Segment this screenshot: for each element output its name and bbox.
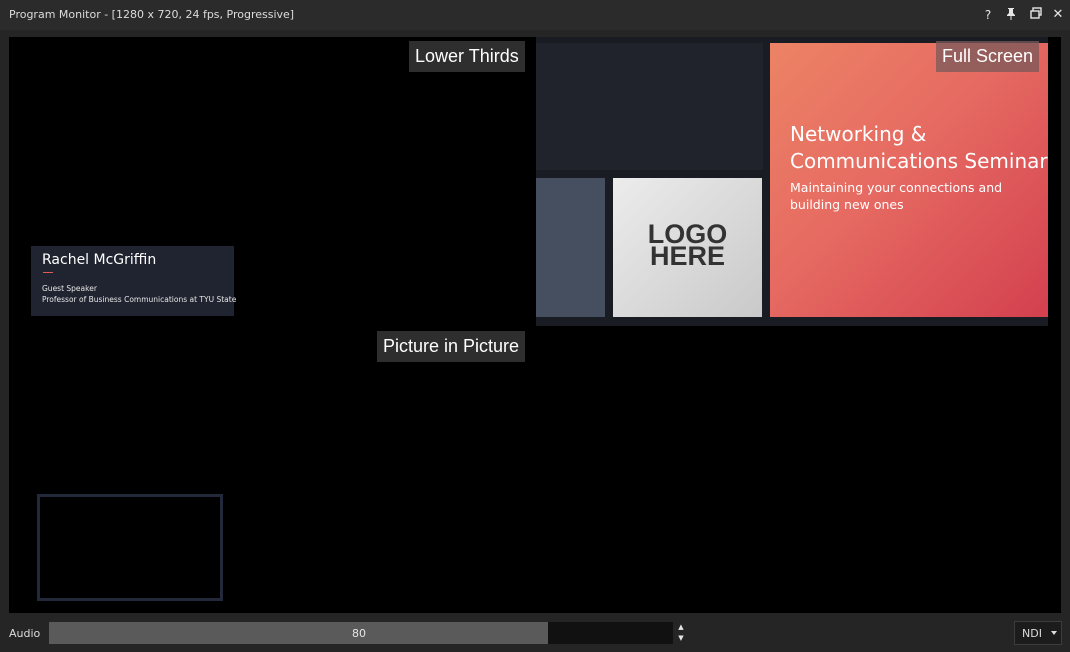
logo-placeholder: LOGO HERE (613, 178, 762, 317)
lower-third-accent-line (43, 272, 53, 273)
lower-thirds-label: Lower Thirds (409, 41, 525, 72)
composite-layout: LOGO HERE Networking & Communications Se… (536, 37, 1048, 326)
window-titlebar: Program Monitor - [1280 x 720, 24 fps, P… (0, 0, 1070, 30)
lower-third-name: Rachel McGriffin (42, 252, 157, 268)
program-monitor-viewport[interactable]: LOGO HERE Networking & Communications Se… (9, 37, 1061, 613)
window-title: Program Monitor - [1280 x 720, 24 fps, P… (9, 8, 295, 21)
logo-line-2: HERE (649, 241, 725, 271)
chevron-down-icon (1051, 631, 1057, 635)
audio-label: Audio (9, 627, 41, 640)
restore-icon[interactable] (1028, 7, 1044, 23)
output-select-value: NDI (1022, 627, 1042, 640)
full-screen-card: Networking & Communications Seminar Main… (770, 43, 1048, 317)
volume-up-icon[interactable]: ▲ (676, 622, 686, 632)
full-screen-subtitle: Maintaining your connections and buildin… (790, 180, 1003, 212)
picture-in-picture-frame (37, 494, 223, 601)
pin-icon[interactable] (1003, 7, 1019, 23)
output-select[interactable]: NDI (1014, 621, 1062, 645)
picture-in-picture-label: Picture in Picture (377, 331, 526, 362)
tile-bottom-left (536, 178, 605, 317)
close-icon[interactable]: ✕ (1050, 7, 1066, 23)
audio-volume-slider[interactable]: 80 (49, 622, 673, 644)
full-screen-title: Networking & Communications Seminar (790, 122, 1048, 173)
full-screen-label: Full Screen (936, 41, 1040, 72)
help-icon[interactable]: ? (980, 7, 996, 23)
tile-top-left (536, 43, 763, 170)
volume-down-icon[interactable]: ▼ (676, 633, 686, 643)
lower-third-role: Guest Speaker (42, 284, 97, 293)
lower-third-graphic: Rachel McGriffin Guest Speaker Professor… (31, 246, 237, 316)
audio-volume-value: 80 (352, 627, 366, 640)
lower-third-description: Professor of Business Communications at … (42, 295, 237, 304)
